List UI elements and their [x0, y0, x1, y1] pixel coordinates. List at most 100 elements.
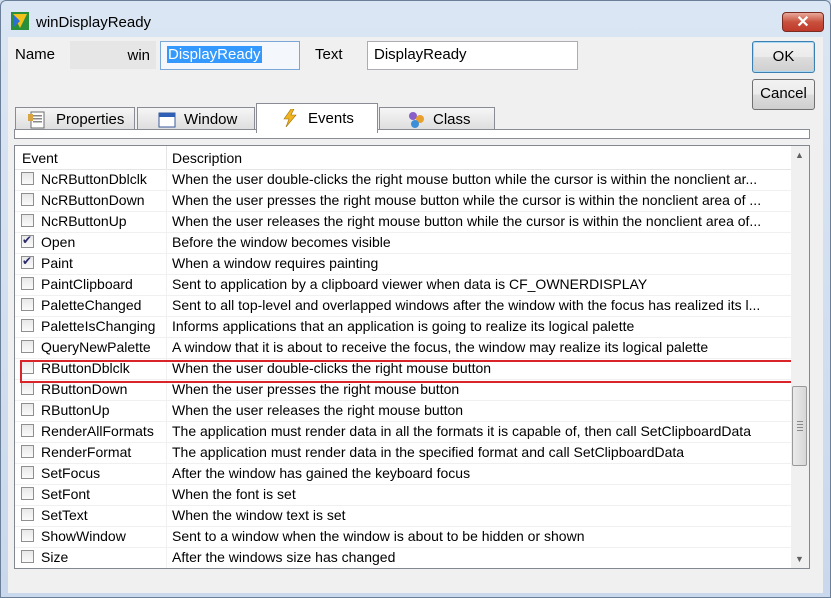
event-checkbox[interactable]	[21, 466, 34, 479]
table-row[interactable]: Size After the windows size has changed	[15, 547, 791, 568]
cell-separator	[166, 295, 167, 316]
tab-window[interactable]: Window	[137, 107, 255, 131]
table-row[interactable]: NcRButtonDown When the user presses the r…	[15, 190, 791, 212]
event-checkbox[interactable]	[21, 445, 34, 458]
event-checkbox[interactable]	[21, 254, 34, 269]
event-checkbox[interactable]	[21, 172, 34, 185]
event-name: NcRButtonDblclk	[41, 171, 147, 187]
table-row[interactable]: QueryNewPalette A window that it is about…	[15, 337, 791, 359]
event-checkbox[interactable]	[21, 340, 34, 353]
table-row[interactable]: SetText When the window text is set	[15, 505, 791, 527]
table-row[interactable]: SetFocus After the window has gained the …	[15, 463, 791, 485]
events-grid[interactable]: Event Description NcRButtonDblclk When th…	[14, 145, 810, 569]
class-icon	[409, 112, 424, 128]
event-checkbox[interactable]	[21, 193, 34, 206]
scroll-down-icon[interactable]: ▼	[795, 554, 804, 564]
event-name: RenderAllFormats	[41, 423, 154, 439]
tab-properties[interactable]: Properties	[15, 107, 135, 131]
event-name: PaletteChanged	[41, 297, 142, 313]
table-row[interactable]: Open Before the window becomes visible	[15, 232, 791, 254]
table-row[interactable]: NcRButtonDblclk When the user double-clic…	[15, 169, 791, 191]
cell-separator	[166, 568, 167, 569]
cell-separator	[166, 463, 167, 484]
event-description: Sent to a window when the window is abou…	[172, 528, 585, 544]
event-checkbox[interactable]	[21, 298, 34, 311]
table-row[interactable]: ShowWindow Sent to a window when the wind…	[15, 526, 791, 548]
tab-properties-label: Properties	[56, 111, 125, 128]
text-label: Text	[315, 46, 343, 63]
window-title: winDisplayReady	[36, 14, 152, 31]
table-row[interactable]: PaintClipboard Sent to application by a c…	[15, 274, 791, 296]
event-checkbox[interactable]	[21, 424, 34, 437]
table-row[interactable]: PaletteIsChanging Informs applications th…	[15, 316, 791, 338]
event-checkbox[interactable]	[21, 529, 34, 542]
cell-separator	[166, 253, 167, 274]
dialog-client-area: Name win DisplayReady Text DisplayReady …	[8, 37, 823, 593]
column-header-event[interactable]: Event	[22, 150, 58, 166]
tab-class[interactable]: Class	[379, 107, 495, 131]
event-name: Size	[41, 549, 69, 565]
event-description: Sent to all top-level and overlapped win…	[172, 297, 761, 313]
event-description: A window that it is about to receive the…	[172, 339, 709, 355]
column-header-description[interactable]: Description	[172, 150, 242, 166]
event-description: The application must render data in all …	[172, 423, 751, 439]
event-checkbox[interactable]	[21, 508, 34, 521]
name-input[interactable]: DisplayReady	[160, 41, 300, 70]
event-name: RButtonDown	[41, 381, 128, 397]
table-row[interactable]: RenderAllFormats The application must ren…	[15, 421, 791, 443]
name-input-value: DisplayReady	[167, 46, 262, 63]
tab-panel	[14, 129, 810, 139]
event-description: When the user double-clicks the right mo…	[172, 171, 758, 187]
event-description: When the user releases the right mouse b…	[172, 213, 762, 229]
table-row[interactable]: NcRButtonUp When the user releases the ri…	[15, 211, 791, 233]
event-description: When the font is set	[172, 486, 296, 502]
event-name: Open	[41, 234, 76, 250]
app-icon	[11, 12, 29, 30]
close-button[interactable]: ✕	[782, 12, 824, 32]
event-checkbox[interactable]	[21, 403, 34, 416]
cell-separator	[166, 190, 167, 211]
text-input-value: DisplayReady	[374, 46, 467, 63]
cell-separator	[166, 547, 167, 568]
tab-window-label: Window	[184, 111, 238, 128]
scrollbar-thumb[interactable]	[792, 386, 807, 466]
grid-header: Event Description	[15, 146, 791, 170]
event-description: After the window has gained the keyboard…	[172, 465, 471, 481]
event-checkbox[interactable]	[21, 277, 34, 290]
event-checkbox[interactable]	[21, 550, 34, 563]
vertical-scrollbar[interactable]: ▲ ▼	[791, 146, 809, 568]
event-checkbox[interactable]	[21, 382, 34, 395]
cell-separator	[166, 316, 167, 337]
event-checkbox[interactable]	[21, 319, 34, 332]
table-row[interactable]: SetFont When the font is set	[15, 484, 791, 506]
event-description: Before the window becomes visible	[172, 234, 391, 250]
header-separator	[166, 146, 167, 169]
event-name: RenderFormat	[41, 444, 132, 460]
event-description: The application must render data in the …	[172, 444, 685, 460]
event-description: After the windows size has changed	[172, 549, 396, 565]
name-label: Name	[15, 46, 56, 63]
cancel-button[interactable]: Cancel	[752, 79, 815, 110]
tab-events[interactable]: Events	[256, 103, 378, 133]
scroll-up-icon[interactable]: ▲	[795, 150, 804, 160]
event-checkbox[interactable]	[21, 214, 34, 227]
event-checkbox[interactable]	[21, 487, 34, 500]
cell-separator	[166, 211, 167, 232]
event-checkbox[interactable]	[21, 233, 34, 248]
table-row[interactable]: SizeClipboardSent to application by a cl…	[15, 568, 791, 569]
event-description: When a window requires painting	[172, 255, 379, 271]
title-bar[interactable]: winDisplayReady ✕	[1, 1, 830, 37]
table-row[interactable]: RenderFormat The application must render …	[15, 442, 791, 464]
paint-row-highlight	[20, 360, 806, 383]
cell-separator	[166, 337, 167, 358]
table-row[interactable]: RButtonUp When the user releases the righ…	[15, 400, 791, 422]
table-row[interactable]: Paint When a window requires painting	[15, 253, 791, 275]
ok-button[interactable]: OK	[752, 41, 815, 73]
table-row[interactable]: PaletteChanged Sent to all top-level and …	[15, 295, 791, 317]
cell-separator	[166, 169, 167, 190]
cell-separator	[166, 421, 167, 442]
event-description: When the user releases the right mouse b…	[172, 402, 464, 418]
event-name: SetText	[41, 507, 88, 523]
text-input[interactable]: DisplayReady	[367, 41, 578, 70]
event-name: SetFont	[41, 486, 91, 502]
